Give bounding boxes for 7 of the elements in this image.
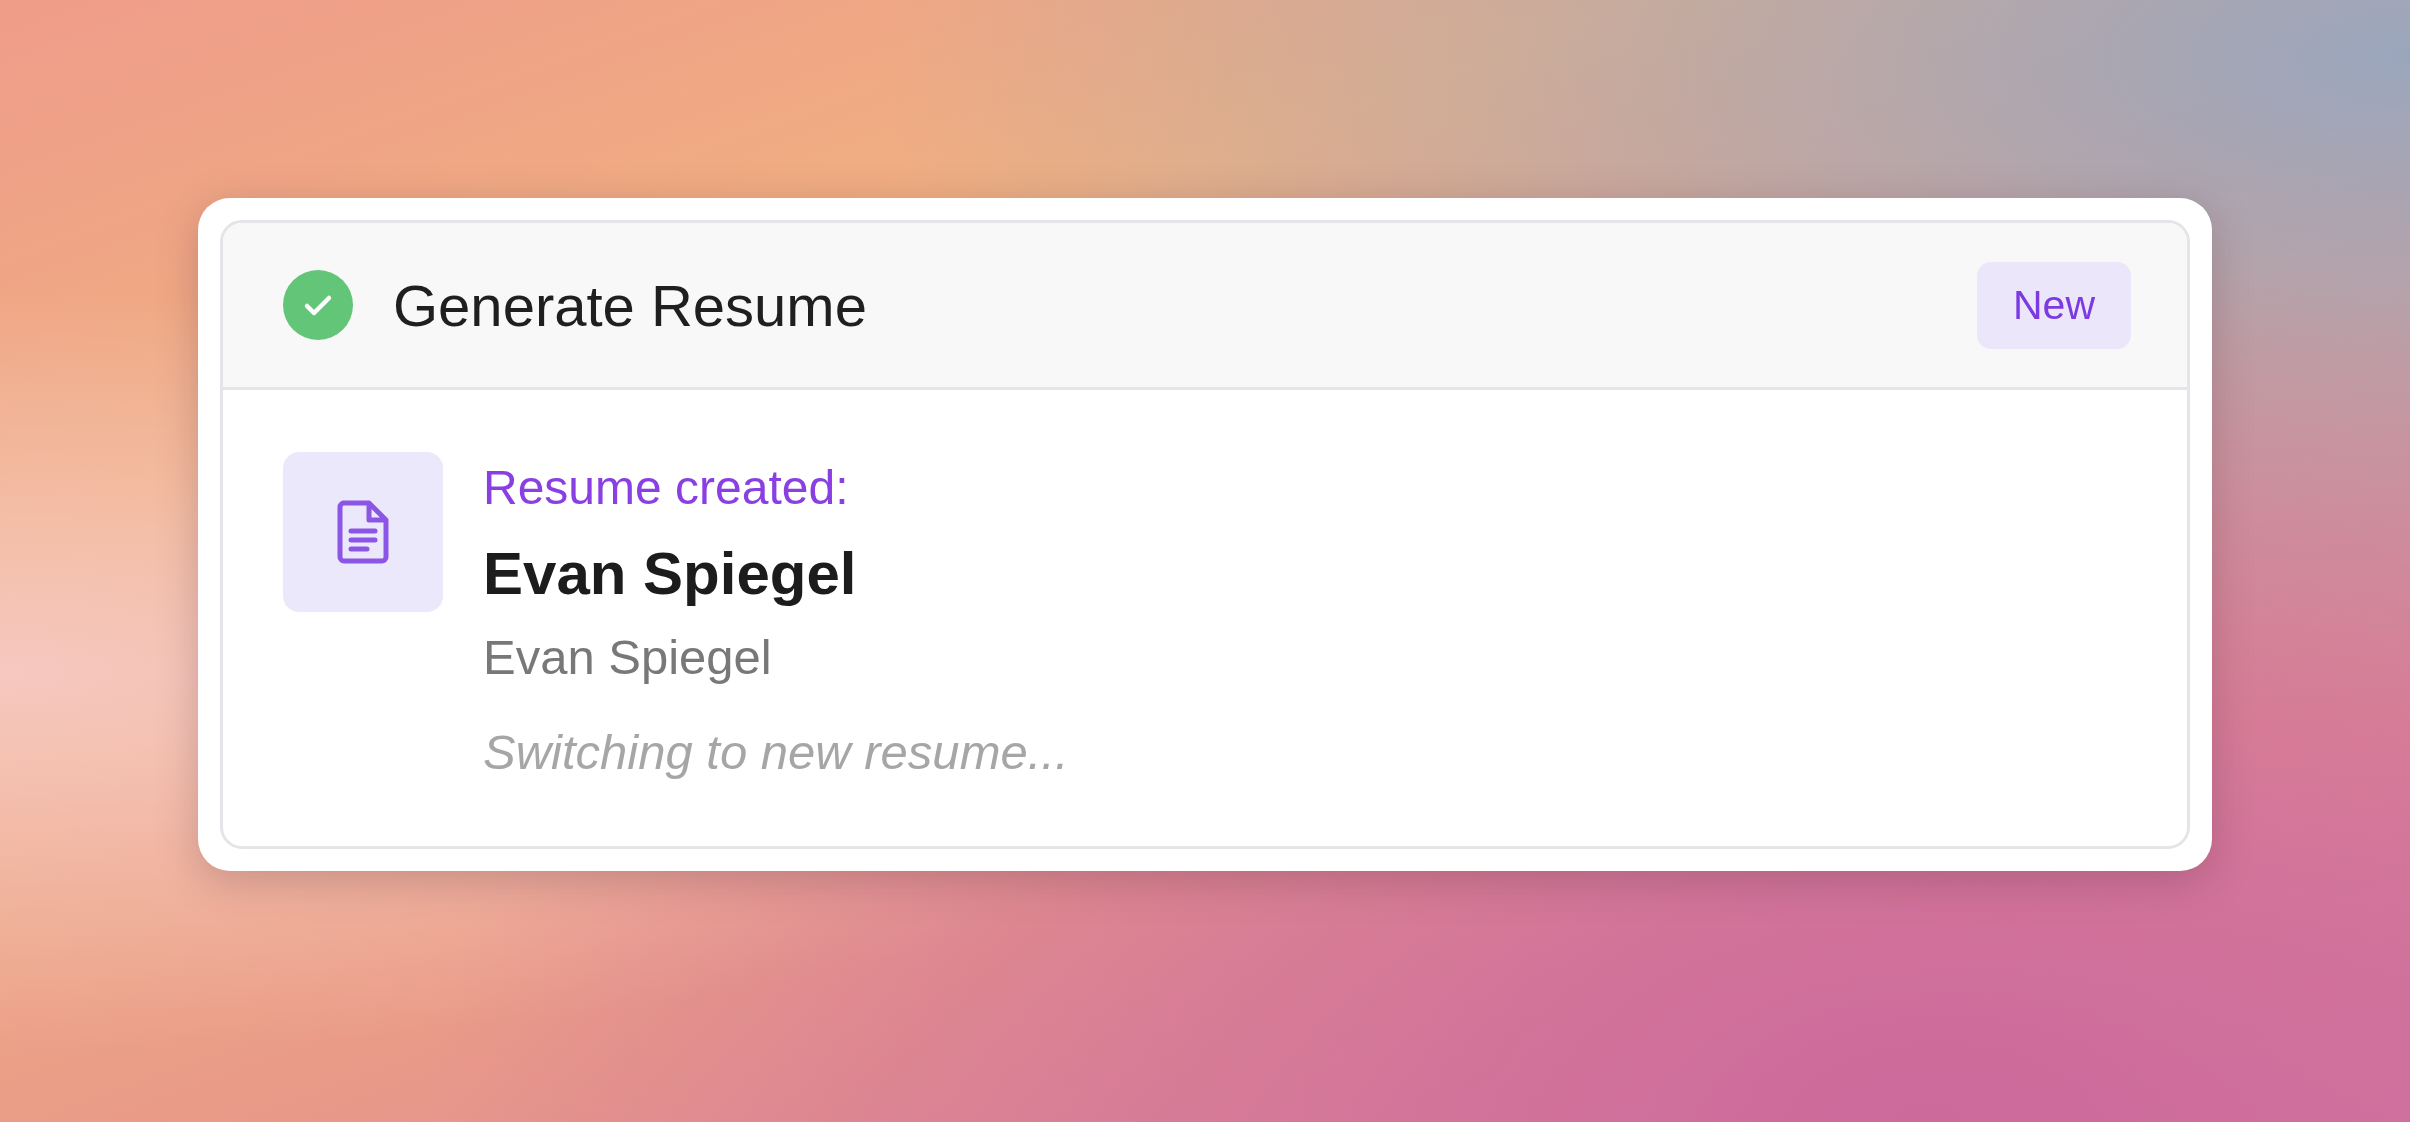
new-badge: New: [1976, 261, 2131, 349]
resume-name: Evan Spiegel: [483, 539, 857, 609]
result-label: Resume created:: [483, 460, 849, 516]
status-text: Switching to new resume...: [483, 724, 1069, 780]
resume-subtitle: Evan Spiegel: [483, 629, 772, 685]
document-icon: [337, 500, 389, 564]
card-title: Generate Resume: [393, 271, 868, 339]
